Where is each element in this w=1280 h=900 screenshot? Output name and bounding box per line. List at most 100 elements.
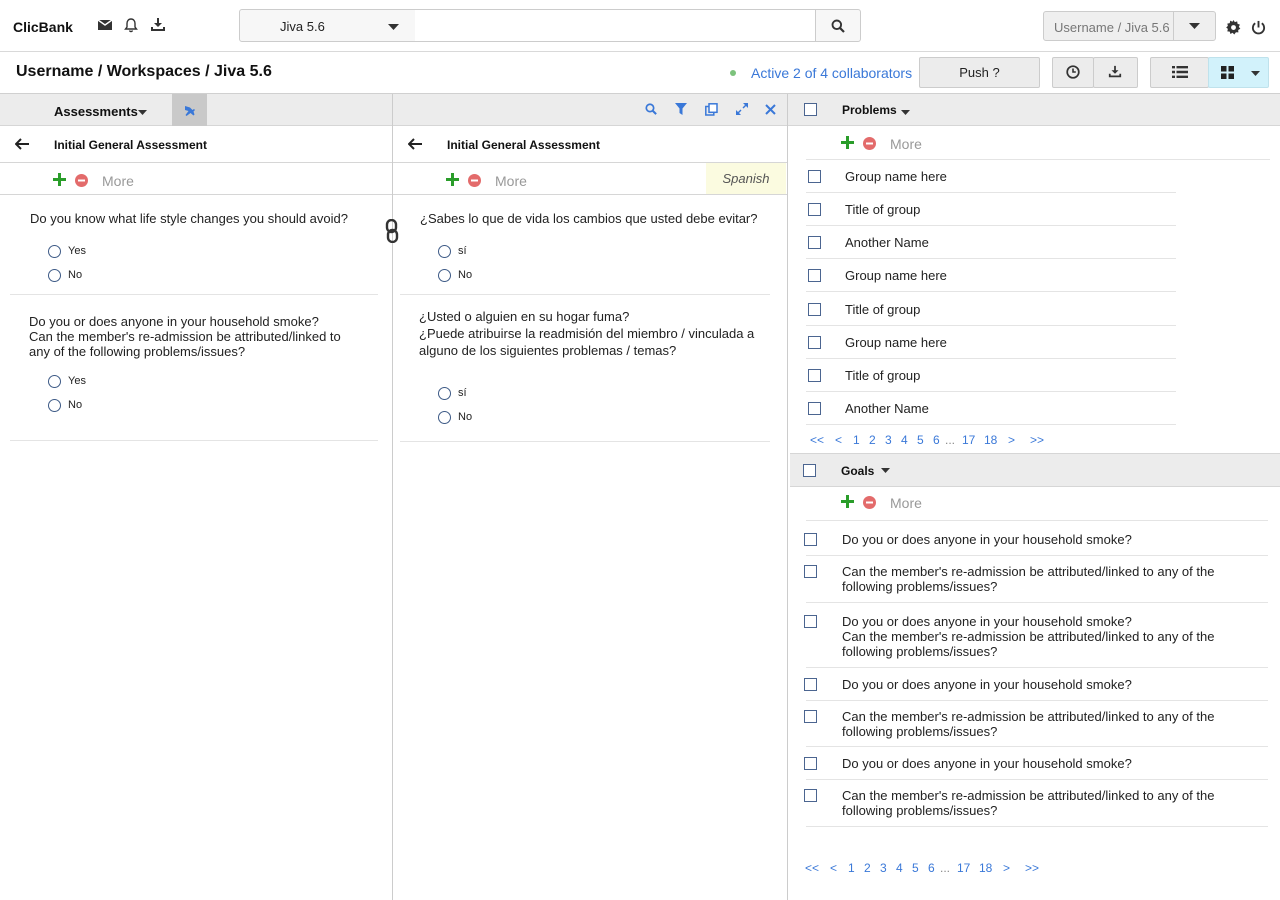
- problem-checkbox[interactable]: [808, 236, 821, 249]
- language-badge[interactable]: Spanish: [706, 163, 786, 194]
- chevron-down-icon[interactable]: [901, 110, 910, 115]
- problem-checkbox[interactable]: [808, 170, 821, 183]
- list-view-button[interactable]: [1150, 57, 1209, 88]
- chevron-down-icon[interactable]: [138, 110, 147, 115]
- chevron-down-icon[interactable]: [881, 468, 890, 473]
- grid-view-button[interactable]: [1208, 57, 1269, 88]
- radio-no[interactable]: [438, 269, 451, 282]
- goal-item[interactable]: Do you or does anyone in your household …: [842, 677, 1132, 692]
- add-icon[interactable]: [841, 136, 854, 149]
- goal-item[interactable]: Do you or does anyone in your household …: [842, 756, 1132, 771]
- download-button[interactable]: [1093, 57, 1138, 88]
- pager-last[interactable]: >>: [1030, 433, 1044, 447]
- pin-panel-button[interactable]: [172, 94, 207, 126]
- problem-checkbox[interactable]: [808, 303, 821, 316]
- close-icon[interactable]: [765, 104, 776, 115]
- goal-checkbox[interactable]: [804, 757, 817, 770]
- radio-yes[interactable]: [438, 387, 451, 400]
- select-all-goals-checkbox[interactable]: [803, 464, 816, 477]
- problem-item[interactable]: Group name here: [845, 268, 947, 283]
- problem-checkbox[interactable]: [808, 402, 821, 415]
- radio-no[interactable]: [48, 399, 61, 412]
- bell-icon[interactable]: [123, 17, 139, 33]
- search-icon[interactable]: [645, 103, 657, 115]
- problem-item[interactable]: Group name here: [845, 335, 947, 350]
- radio-no[interactable]: [48, 269, 61, 282]
- remove-icon[interactable]: [863, 496, 876, 509]
- pager-prev[interactable]: <: [835, 433, 842, 447]
- goal-checkbox[interactable]: [804, 678, 817, 691]
- goals-title[interactable]: Goals: [841, 464, 874, 478]
- goal-checkbox[interactable]: [804, 565, 817, 578]
- goal-item[interactable]: following problems/issues?: [842, 579, 997, 594]
- problem-item[interactable]: Group name here: [845, 169, 947, 184]
- pager-page[interactable]: 3: [885, 433, 892, 447]
- radio-no[interactable]: [438, 411, 451, 424]
- remove-icon[interactable]: [468, 174, 481, 187]
- problem-item[interactable]: Title of group: [845, 202, 920, 217]
- pager-page[interactable]: 6: [928, 861, 935, 875]
- goal-checkbox[interactable]: [804, 789, 817, 802]
- pager-next[interactable]: >: [1003, 861, 1010, 875]
- expand-icon[interactable]: [736, 103, 748, 115]
- goal-item[interactable]: following problems/issues?: [842, 803, 997, 818]
- pager-page[interactable]: 3: [880, 861, 887, 875]
- pager-page[interactable]: 18: [984, 433, 997, 447]
- pager-page[interactable]: 5: [917, 433, 924, 447]
- pager-first[interactable]: <<: [810, 433, 824, 447]
- goal-item[interactable]: Can the member's re-admission be attribu…: [842, 564, 1214, 579]
- gear-icon[interactable]: [1226, 20, 1242, 36]
- pager-page[interactable]: 2: [869, 433, 876, 447]
- problem-checkbox[interactable]: [808, 336, 821, 349]
- pager-page[interactable]: 4: [901, 433, 908, 447]
- pager-first[interactable]: <<: [805, 861, 819, 875]
- goal-item[interactable]: Can the member's re-admission be attribu…: [842, 709, 1214, 724]
- history-button[interactable]: [1052, 57, 1094, 88]
- radio-yes[interactable]: [48, 245, 61, 258]
- search-button[interactable]: [815, 9, 861, 42]
- push-button[interactable]: Push ?: [919, 57, 1040, 88]
- pager-page[interactable]: 1: [853, 433, 860, 447]
- goal-item[interactable]: following problems/issues?: [842, 644, 997, 659]
- goal-checkbox[interactable]: [804, 533, 817, 546]
- filter-icon[interactable]: [675, 103, 687, 115]
- problem-checkbox[interactable]: [808, 269, 821, 282]
- download-icon[interactable]: [150, 17, 166, 33]
- pager-page[interactable]: 17: [962, 433, 975, 447]
- goal-checkbox[interactable]: [804, 710, 817, 723]
- pager-prev[interactable]: <: [830, 861, 837, 875]
- problems-title[interactable]: Problems: [842, 103, 897, 117]
- problem-item[interactable]: Title of group: [845, 368, 920, 383]
- pager-page[interactable]: 17: [957, 861, 970, 875]
- radio-yes[interactable]: [48, 375, 61, 388]
- goal-item[interactable]: Can the member's re-admission be attribu…: [842, 788, 1214, 803]
- power-icon[interactable]: [1251, 20, 1267, 36]
- pager-page[interactable]: 4: [896, 861, 903, 875]
- more-menu[interactable]: More: [890, 136, 922, 152]
- more-menu[interactable]: More: [890, 495, 922, 511]
- radio-yes[interactable]: [438, 245, 451, 258]
- goal-item[interactable]: Do you or does anyone in your household …: [842, 532, 1132, 547]
- user-select[interactable]: Username / Jiva 5.6: [1043, 11, 1174, 41]
- goal-item[interactable]: following problems/issues?: [842, 724, 997, 739]
- more-menu[interactable]: More: [102, 173, 134, 189]
- brand-logo[interactable]: ClicBank: [13, 19, 73, 35]
- link-icon[interactable]: [385, 219, 399, 243]
- version-select[interactable]: Jiva 5.6: [239, 9, 416, 42]
- pager-page[interactable]: 6: [933, 433, 940, 447]
- select-all-problems-checkbox[interactable]: [804, 103, 817, 116]
- add-icon[interactable]: [446, 173, 459, 186]
- pager-last[interactable]: >>: [1025, 861, 1039, 875]
- add-icon[interactable]: [53, 173, 66, 186]
- more-menu[interactable]: More: [495, 173, 527, 189]
- remove-icon[interactable]: [863, 137, 876, 150]
- problem-checkbox[interactable]: [808, 203, 821, 216]
- pager-page[interactable]: 1: [848, 861, 855, 875]
- remove-icon[interactable]: [75, 174, 88, 187]
- goal-item[interactable]: Can the member's re-admission be attribu…: [842, 629, 1214, 644]
- goal-checkbox[interactable]: [804, 615, 817, 628]
- add-icon[interactable]: [841, 495, 854, 508]
- goal-item[interactable]: Do you or does anyone in your household …: [842, 614, 1132, 629]
- pager-page[interactable]: 2: [864, 861, 871, 875]
- problem-item[interactable]: Title of group: [845, 302, 920, 317]
